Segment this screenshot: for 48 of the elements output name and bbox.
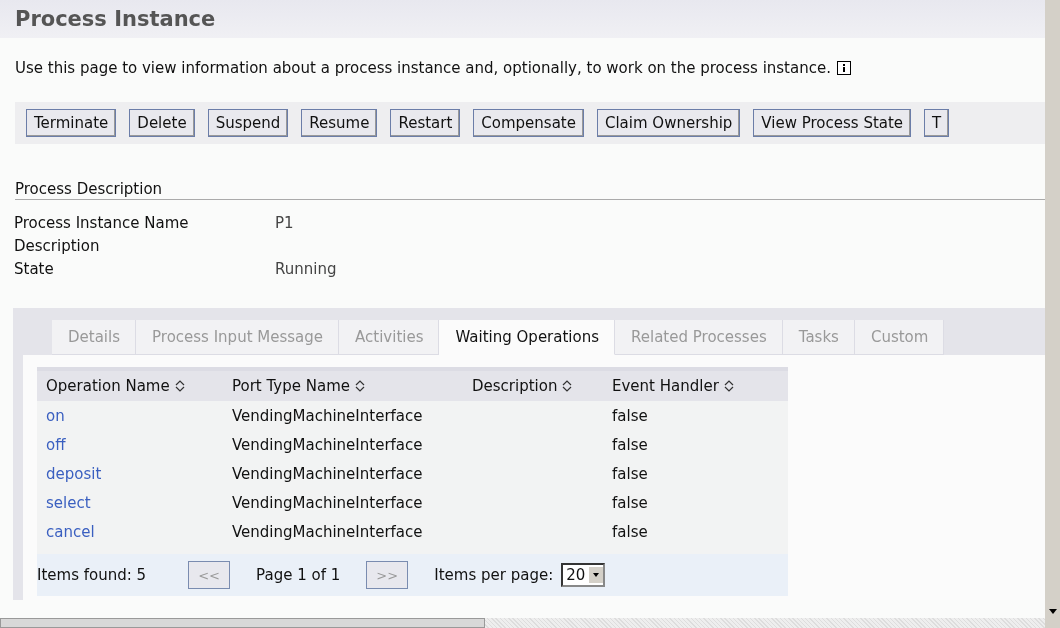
items-per-page-label: Items per page: (434, 566, 554, 584)
page-title: Process Instance (0, 0, 1045, 38)
field-label: Description (14, 236, 101, 257)
field-value: P1 (275, 213, 295, 234)
action-button[interactable]: Resume (301, 109, 378, 137)
operation-link[interactable]: select (46, 493, 91, 512)
table-cell-text: VendingMachineInterface (231, 435, 424, 454)
column-header[interactable]: Operation Name (37, 377, 223, 395)
page-indicator: Page 1 of 1 (256, 566, 341, 584)
table-cell-text: false (611, 435, 649, 454)
action-button[interactable]: Terminate (26, 109, 117, 137)
table-cell-text: false (611, 493, 649, 512)
column-header[interactable]: Port Type Name (223, 377, 463, 395)
sort-icon (354, 378, 366, 394)
field-label: Process Instance Name (14, 213, 190, 234)
operation-link[interactable]: cancel (46, 522, 95, 541)
operation-link[interactable]: deposit (46, 464, 102, 483)
vertical-scrollbar[interactable] (1045, 0, 1060, 628)
field-value: Running (275, 259, 338, 280)
action-button[interactable]: T (924, 109, 950, 137)
info-icon[interactable] (836, 61, 851, 75)
field-label: State (14, 259, 55, 280)
sort-icon (722, 378, 735, 394)
table-cell-text: VendingMachineInterface (231, 464, 424, 483)
column-header[interactable]: Description (463, 377, 603, 395)
section-heading: Process Description (15, 180, 1045, 200)
table-cell-text: VendingMachineInterface (231, 522, 424, 541)
table-cell-text: VendingMachineInterface (231, 406, 424, 425)
action-button[interactable]: Compensate (473, 109, 584, 137)
column-header[interactable]: Event Handler (603, 377, 788, 395)
page-description: Use this page to view information about a process instance and, optionally, to work on the process instance. (15, 59, 831, 77)
action-button[interactable]: Suspend (207, 109, 289, 137)
action-button[interactable]: View Process State (753, 109, 912, 137)
action-button[interactable]: Claim Ownership (596, 109, 741, 137)
action-button[interactable]: Delete (129, 109, 195, 137)
horizontal-scrollbar[interactable] (0, 618, 1045, 628)
table-cell-text: false (611, 522, 649, 541)
tab[interactable]: Waiting Operations (439, 320, 616, 355)
action-button[interactable]: Restart (390, 109, 461, 137)
items-found: Items found: 5 (37, 566, 147, 584)
table-cell-text: VendingMachineInterface (231, 493, 424, 512)
items-per-page-select[interactable]: 20 (561, 563, 606, 587)
sort-icon (173, 378, 186, 394)
table-cell-text: false (611, 464, 649, 483)
table-cell-text: false (611, 406, 649, 425)
operation-link[interactable]: off (46, 435, 66, 454)
sort-icon (561, 378, 574, 394)
operation-link[interactable]: on (46, 406, 65, 425)
